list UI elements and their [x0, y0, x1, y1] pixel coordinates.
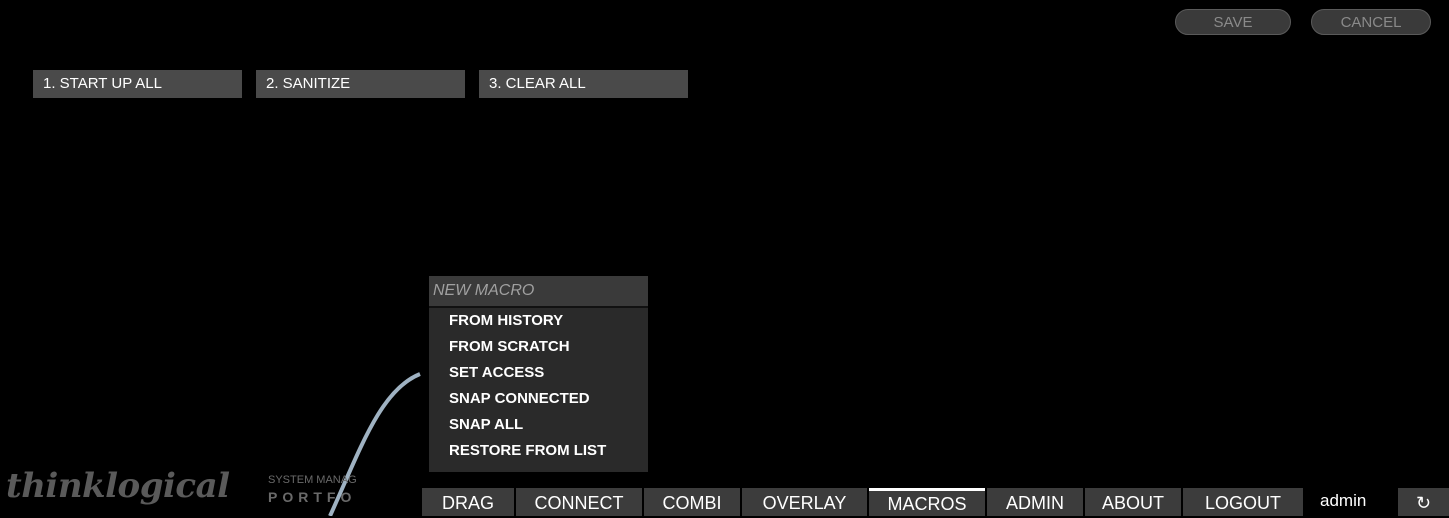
tab-combi[interactable]: COMBI — [644, 488, 740, 516]
logo-subtitle: SYSTEM MANAG — [268, 474, 357, 486]
pointer-trail-icon — [328, 372, 421, 516]
company-logo: thinklogical — [6, 466, 230, 506]
tab-admin[interactable]: ADMIN — [987, 488, 1083, 516]
tab-overlay[interactable]: OVERLAY — [742, 488, 867, 516]
username-label: admin — [1320, 491, 1367, 510]
tab-connect[interactable]: CONNECT — [516, 488, 642, 516]
tab-drag[interactable]: DRAG — [422, 488, 514, 516]
tab-logout[interactable]: LOGOUT — [1183, 488, 1303, 516]
logo-subtitle-2: PORTFO — [268, 489, 357, 505]
tab-macros[interactable]: MACROS — [869, 488, 985, 516]
tab-about[interactable]: ABOUT — [1085, 488, 1181, 516]
refresh-icon[interactable]: ↻ — [1398, 488, 1449, 516]
